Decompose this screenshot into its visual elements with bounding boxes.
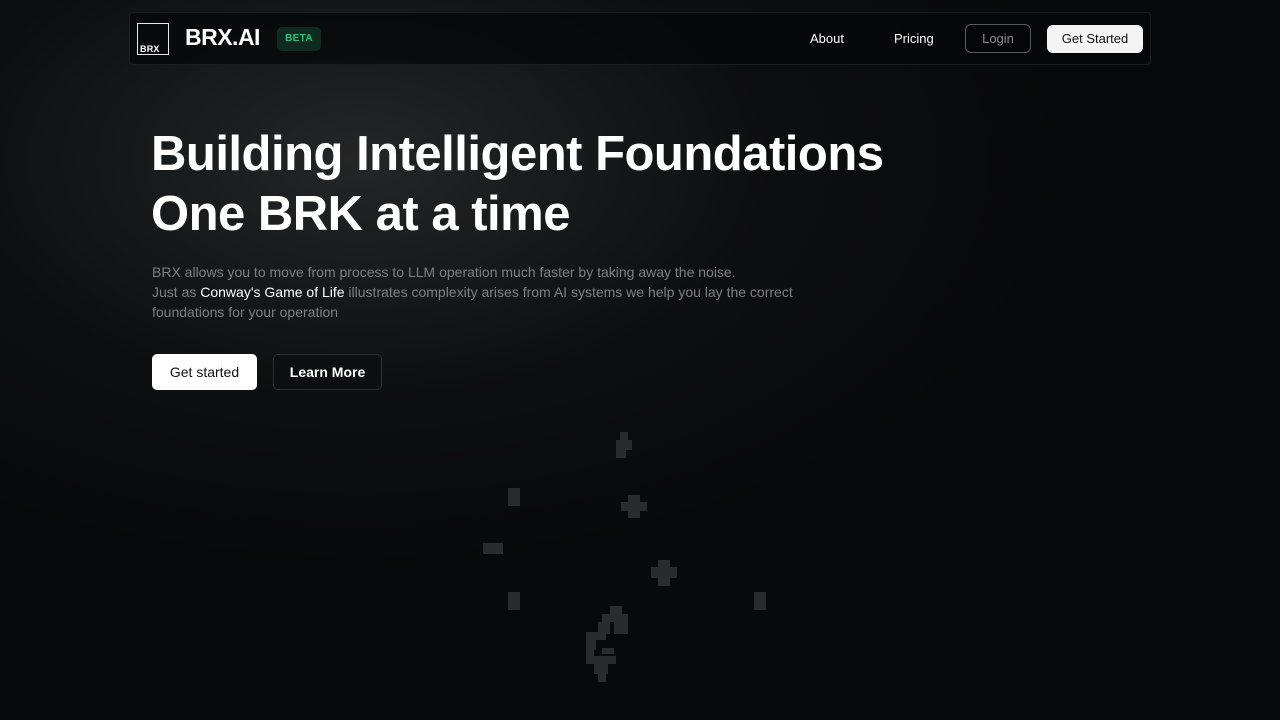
beta-badge: BETA: [277, 27, 321, 51]
brx-logo[interactable]: BRX: [137, 23, 169, 55]
life-cell-cluster-8: [586, 606, 628, 682]
hero-desc-line-1: BRX allows you to move from process to L…: [152, 264, 736, 280]
life-cell-cluster-7: [754, 592, 766, 610]
login-button[interactable]: Login: [965, 24, 1031, 53]
hero-title-line-1: Building Intelligent Foundations: [151, 127, 884, 181]
hero-desc-prefix: Just as: [152, 284, 201, 300]
hero-get-started-button[interactable]: Get started: [152, 354, 257, 390]
hero-description: BRX allows you to move from process to L…: [152, 262, 832, 322]
life-cell-cluster-1: [616, 432, 632, 458]
hero-learn-more-button[interactable]: Learn More: [273, 354, 382, 390]
hero-title-line-2: One BRK at a time: [151, 187, 570, 241]
nav-get-started-button[interactable]: Get Started: [1047, 25, 1143, 53]
conways-game-of-life-link[interactable]: Conway's Game of Life: [200, 284, 344, 300]
life-cell-cluster-6: [508, 592, 520, 610]
brand-name[interactable]: BRX.AI: [185, 24, 260, 51]
logo-text: BRX: [140, 44, 160, 54]
hero-title: Building Intelligent Foundations One BRK…: [151, 124, 884, 244]
nav-link-about[interactable]: About: [810, 31, 844, 46]
nav-link-pricing[interactable]: Pricing: [894, 31, 934, 46]
life-cell-cluster-2: [508, 488, 520, 506]
life-cell-cluster-3: [621, 495, 647, 518]
landing-page: BRX BRX.AI BETA About Pricing Login Get …: [0, 0, 1280, 720]
life-cell-cluster-4: [483, 543, 503, 554]
life-cell-cluster-5: [651, 560, 677, 586]
top-navbar: BRX BRX.AI BETA About Pricing Login Get …: [129, 12, 1151, 65]
